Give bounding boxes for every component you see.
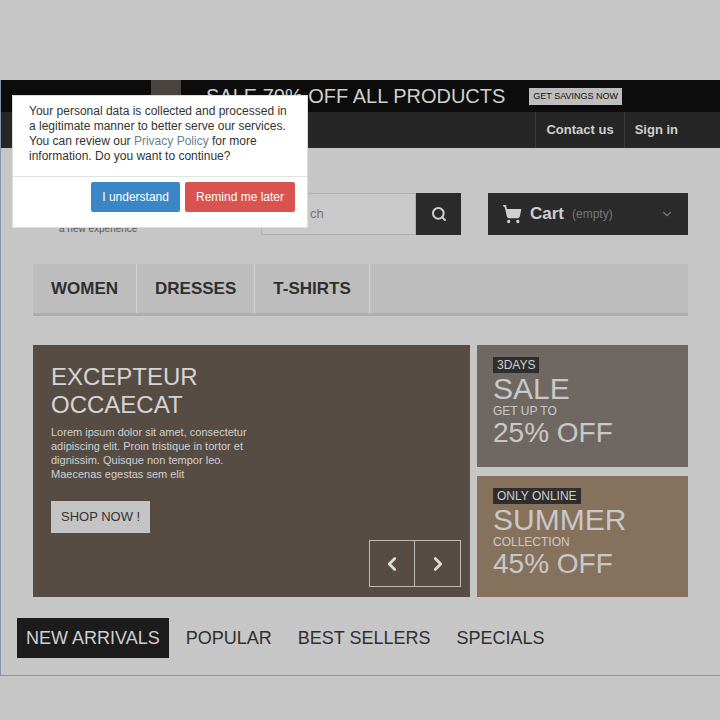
banners: EXCEPTEUR OCCAECAT Lorem ipsum dolor sit … <box>33 345 688 597</box>
nav-link[interactable]: Contact us <box>535 112 623 148</box>
menu-item[interactable]: DRESSES <box>137 264 255 313</box>
banner-headline: SUMMER <box>493 504 626 536</box>
shop-now-button[interactable]: SHOP NOW ! <box>51 501 150 533</box>
banner-headline: SALE <box>493 373 570 405</box>
menu-item[interactable]: WOMEN <box>33 264 137 313</box>
accept-button[interactable]: I understand <box>91 182 180 212</box>
menu-item[interactable]: T-SHIRTS <box>255 264 369 313</box>
slider: EXCEPTEUR OCCAECAT Lorem ipsum dolor sit … <box>33 345 470 597</box>
cart-icon <box>502 204 522 224</box>
side-banner[interactable]: 3DAYSSALEGET UP TO25% OFF <box>477 345 688 467</box>
chevron-right-icon <box>427 553 449 575</box>
cookie-dialog: Your personal data is collected and proc… <box>12 95 308 228</box>
chevron-left-icon <box>381 553 403 575</box>
side-banner[interactable]: ONLY ONLINESUMMERCOLLECTION45% OFF <box>477 476 688 598</box>
dropdown-icon <box>660 207 674 221</box>
banner-subline: GET UP TO <box>493 405 557 418</box>
product-tab[interactable]: POPULAR <box>177 618 281 658</box>
banner-offer: 25% OFF <box>493 418 613 448</box>
banner-offer: 45% OFF <box>493 549 613 579</box>
product-tab[interactable]: BEST SELLERS <box>289 618 440 658</box>
screen: SALE 70% OFF ALL PRODUCTSGET SAVINGS NOW… <box>0 0 720 720</box>
cart[interactable]: Cart (empty) <box>488 193 688 235</box>
search-button[interactable] <box>416 193 461 235</box>
product-tab[interactable]: NEW ARRIVALS <box>17 618 169 658</box>
banner-badge: 3DAYS <box>493 357 539 373</box>
slider-text: Lorem ipsum dolor sit amet, consectetur … <box>51 425 256 481</box>
cookie-message: Your personal data is collected and proc… <box>13 96 307 164</box>
nav-link[interactable]: Sign in <box>624 112 688 148</box>
get-savings-button[interactable]: GET SAVINGS NOW <box>529 88 622 105</box>
privacy-policy-link[interactable]: Privacy Policy <box>134 134 209 148</box>
prev-button[interactable] <box>370 541 415 586</box>
slider-title: EXCEPTEUR OCCAECAT <box>51 363 251 419</box>
remind-later-button[interactable]: Remind me later <box>185 182 295 212</box>
magnifier-icon <box>431 206 447 222</box>
banner-badge: ONLY ONLINE <box>493 488 581 504</box>
banner-subline: COLLECTION <box>493 536 570 549</box>
product-tab[interactable]: SPECIALS <box>447 618 553 658</box>
main-menu: WOMENDRESSEST-SHIRTS <box>33 264 688 316</box>
product-tabs: NEW ARRIVALSPOPULARBEST SELLERSSPECIALS <box>17 618 720 658</box>
cart-status: (empty) <box>572 205 613 223</box>
cookie-actions: I understandRemind me later <box>13 176 307 227</box>
next-button[interactable] <box>415 541 460 586</box>
cart-label: Cart <box>530 201 564 227</box>
slider-arrows <box>369 540 461 587</box>
